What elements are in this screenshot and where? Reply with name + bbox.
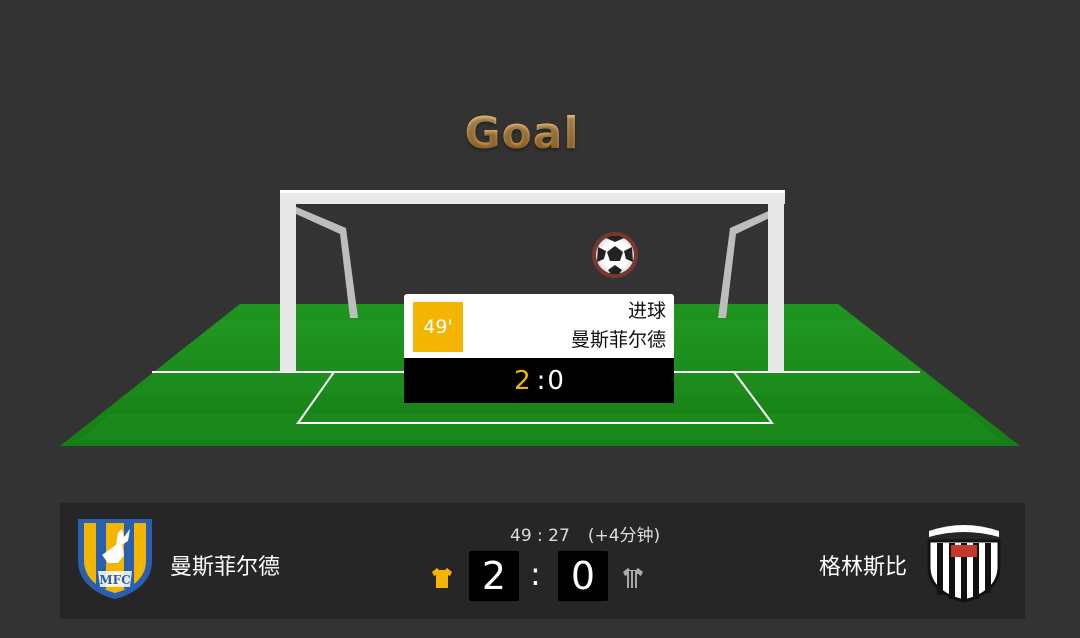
goal-animation-stage: Goal 49' 进球 曼斯菲尔德 2 : 0 bbox=[0, 0, 1080, 500]
away-team-name[interactable]: 格林斯比 bbox=[819, 549, 907, 581]
yellow-shirt-icon bbox=[432, 568, 452, 588]
event-minute-badge: 49' bbox=[413, 302, 463, 352]
pitch-scene bbox=[60, 190, 1020, 446]
match-time: 49 : 27 bbox=[510, 526, 570, 546]
goal-event-card: 49' 进球 曼斯菲尔德 2 : 0 bbox=[404, 294, 674, 403]
event-team-label: 曼斯菲尔德 bbox=[570, 329, 666, 351]
home-score: 2 bbox=[469, 551, 519, 601]
away-score: 0 bbox=[558, 551, 608, 601]
home-team-name[interactable]: 曼斯菲尔德 bbox=[170, 549, 280, 581]
svg-text:MFC: MFC bbox=[99, 573, 130, 587]
grimsby-crest-icon[interactable] bbox=[921, 517, 1007, 603]
event-score-separator: : bbox=[536, 365, 546, 396]
event-card-header: 49' 进球 曼斯菲尔德 bbox=[404, 294, 674, 358]
event-score-home: 2 bbox=[514, 365, 531, 396]
mansfield-crest-icon[interactable]: MFC bbox=[72, 515, 158, 601]
event-type-label: 进球 bbox=[627, 300, 666, 322]
soccer-ball-icon bbox=[592, 232, 638, 278]
added-time: (+4分钟) bbox=[587, 526, 661, 546]
striped-shirt-icon bbox=[623, 568, 643, 588]
match-scorebar: MFC 曼斯菲尔德 49 : 27 (+4分钟) 2 : 0 格林斯比 bbox=[60, 503, 1025, 619]
goal-banner-title: Goal bbox=[422, 108, 622, 159]
score-separator: : bbox=[530, 555, 541, 593]
event-score-strip: 2 : 0 bbox=[404, 358, 674, 403]
event-score-away: 0 bbox=[547, 365, 564, 396]
match-clock: 49 : 27 (+4分钟) bbox=[510, 521, 660, 546]
